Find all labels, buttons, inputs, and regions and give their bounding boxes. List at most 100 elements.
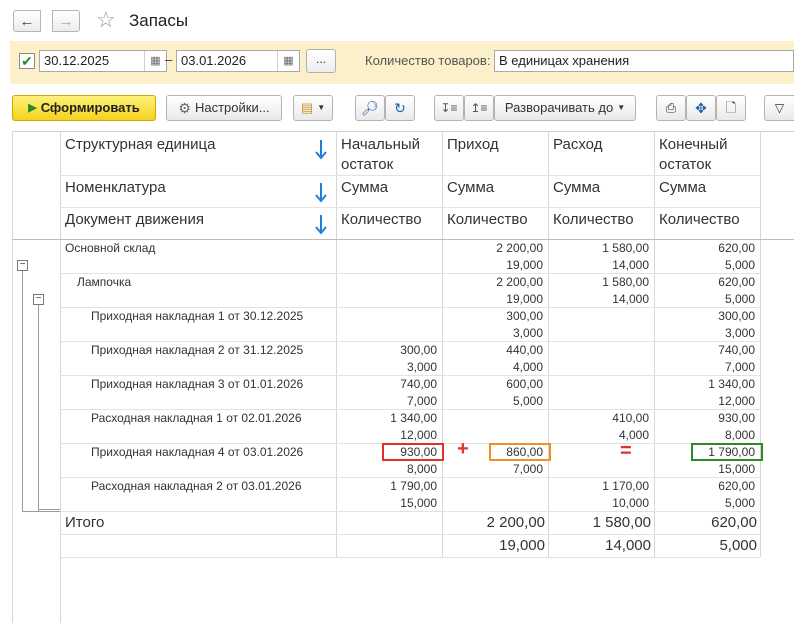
row-label[interactable]: Основной склад <box>65 241 155 255</box>
cell-end-qty[interactable]: 5,000 <box>654 496 755 510</box>
cell-in-qty[interactable]: 19,000 <box>442 292 543 306</box>
expand-to-button[interactable]: Разворачивать до ▼ <box>494 95 636 121</box>
generate-label: Сформировать <box>40 100 140 115</box>
period-select-button[interactable]: ... <box>306 49 336 73</box>
cell-end-qty[interactable]: 5,000 <box>654 292 755 306</box>
start-balance-highlight <box>382 443 444 461</box>
variants-button[interactable]: ▤ ▼ <box>293 95 333 121</box>
cell-out-qty[interactable]: 10,000 <box>548 496 649 510</box>
cell-out-sum[interactable]: 1 170,00 <box>548 479 649 493</box>
sort-arrow-icon[interactable] <box>314 213 328 235</box>
cell-in-sum[interactable]: 2 200,00 <box>442 275 543 289</box>
row-label[interactable]: Лампочка <box>77 275 131 289</box>
sort-asc-button[interactable]: ↥≡ <box>464 95 494 121</box>
sort-asc-icon: ↥≡ <box>470 101 488 115</box>
cell-start-qty[interactable]: 15,000 <box>336 496 437 510</box>
cell-start-qty[interactable]: 8,000 <box>336 462 437 476</box>
period-checkbox[interactable]: ✔ <box>19 53 35 69</box>
cell-end-sum[interactable]: 740,00 <box>654 343 755 357</box>
cell-in-sum[interactable]: 300,00 <box>442 309 543 323</box>
cell-in-sum[interactable]: 440,00 <box>442 343 543 357</box>
qty-label: Количество товаров: <box>365 53 491 68</box>
row-label[interactable]: Приходная накладная 2 от 31.12.2025 <box>91 343 303 357</box>
row-label[interactable]: Расходная накладная 1 от 02.01.2026 <box>91 411 302 425</box>
cell-end-sum[interactable]: 620,00 <box>654 241 755 255</box>
expand-to-label: Разворачивать до <box>504 100 614 115</box>
tree-collapse-icon[interactable]: − <box>17 260 28 271</box>
preview-button[interactable]: 🗋︎ <box>716 95 746 121</box>
cell-end-sum[interactable]: 300,00 <box>654 309 755 323</box>
cell-start-qty[interactable]: 12,000 <box>336 428 437 442</box>
end-balance-highlight <box>691 443 763 461</box>
cell-start-sum[interactable]: 300,00 <box>336 343 437 357</box>
parameters-panel: ✔ 30.12.2025 ▦ – 03.01.2026 ▦ ... Количе… <box>10 41 794 84</box>
cell-end-qty[interactable]: 5,000 <box>654 258 755 272</box>
cell-in-qty[interactable]: 4,000 <box>442 360 543 374</box>
row-label[interactable]: Приходная накладная 4 от 03.01.2026 <box>91 445 303 459</box>
filter-icon: ▽ <box>774 101 785 115</box>
cell-out-sum[interactable]: 410,00 <box>548 411 649 425</box>
totals-end-sum: 620,00 <box>711 514 757 531</box>
cell-end-sum[interactable]: 620,00 <box>654 479 755 493</box>
row-label[interactable]: Расходная накладная 2 от 03.01.2026 <box>91 479 302 493</box>
header-end-balance: Конечный остаток <box>659 136 728 173</box>
filter-button[interactable]: ▽ <box>764 95 794 121</box>
cell-out-qty[interactable]: 4,000 <box>548 428 649 442</box>
cell-out-qty[interactable]: 14,000 <box>548 258 649 272</box>
cell-end-sum[interactable]: 930,00 <box>654 411 755 425</box>
cell-end-qty[interactable]: 3,000 <box>654 326 755 340</box>
cell-out-sum[interactable]: 1 580,00 <box>548 275 649 289</box>
cell-end-qty[interactable]: 12,000 <box>654 394 755 408</box>
generate-button[interactable]: ▶ Сформировать <box>12 95 156 121</box>
move-button[interactable]: ✥ <box>686 95 716 121</box>
play-icon: ▶ <box>28 102 37 114</box>
cell-start-sum[interactable]: 740,00 <box>336 377 437 391</box>
cell-start-qty[interactable]: 3,000 <box>336 360 437 374</box>
tree-collapse-icon[interactable]: − <box>33 294 44 305</box>
forward-arrow-icon: → <box>58 12 74 30</box>
back-button[interactable]: ← <box>13 10 41 32</box>
calendar-icon[interactable]: ▦ <box>144 51 166 71</box>
row-label[interactable]: Приходная накладная 3 от 01.01.2026 <box>91 377 303 391</box>
cell-start-sum[interactable]: 1 790,00 <box>336 479 437 493</box>
equals-sign: = <box>620 440 632 462</box>
cell-end-sum[interactable]: 620,00 <box>654 275 755 289</box>
search-refresh-button[interactable]: ↻ <box>385 95 415 121</box>
header-sum: Сумма <box>553 179 601 196</box>
cell-end-qty[interactable]: 15,000 <box>654 462 755 476</box>
favorite-star-icon[interactable]: ☆ <box>96 7 116 33</box>
date-to-field[interactable]: 03.01.2026 ▦ <box>176 50 300 72</box>
cell-start-sum[interactable]: 1 340,00 <box>336 411 437 425</box>
cell-end-qty[interactable]: 7,000 <box>654 360 755 374</box>
report-grid[interactable]: Структурная единица Номенклатура Докумен… <box>12 131 794 623</box>
header-sum: Сумма <box>341 179 389 196</box>
totals-in-qty: 19,000 <box>499 537 545 554</box>
window-title: Запасы <box>129 11 189 30</box>
cell-in-sum[interactable]: 600,00 <box>442 377 543 391</box>
print-button[interactable]: ⎙ <box>656 95 686 121</box>
cell-in-qty[interactable]: 3,000 <box>442 326 543 340</box>
cell-start-qty[interactable]: 7,000 <box>336 394 437 408</box>
cell-out-sum[interactable]: 1 580,00 <box>548 241 649 255</box>
row-label[interactable]: Приходная накладная 1 от 30.12.2025 <box>91 309 303 323</box>
cell-in-qty[interactable]: 19,000 <box>442 258 543 272</box>
forward-button[interactable]: → <box>52 10 80 32</box>
calendar-icon[interactable]: ▦ <box>277 51 299 71</box>
cell-end-qty[interactable]: 8,000 <box>654 428 755 442</box>
date-from-field[interactable]: 30.12.2025 ▦ <box>39 50 167 72</box>
search-button[interactable]: 🔎︎ <box>355 95 385 121</box>
cell-in-qty[interactable]: 5,000 <box>442 394 543 408</box>
sort-arrow-icon[interactable] <box>314 181 328 203</box>
sort-arrow-icon[interactable] <box>314 138 328 160</box>
header-qty: Количество <box>553 211 634 228</box>
plus-sign: + <box>457 438 469 460</box>
qty-units-field[interactable]: В единицах хранения <box>494 50 794 72</box>
totals-end-qty: 5,000 <box>719 537 757 554</box>
print-icon: ⎙ <box>665 100 677 115</box>
cell-end-sum[interactable]: 1 340,00 <box>654 377 755 391</box>
settings-button[interactable]: ⚙ Настройки... <box>166 95 282 121</box>
cell-in-sum[interactable]: 2 200,00 <box>442 241 543 255</box>
cell-out-qty[interactable]: 14,000 <box>548 292 649 306</box>
cell-in-qty[interactable]: 7,000 <box>442 462 543 476</box>
sort-desc-button[interactable]: ↧≡ <box>434 95 464 121</box>
